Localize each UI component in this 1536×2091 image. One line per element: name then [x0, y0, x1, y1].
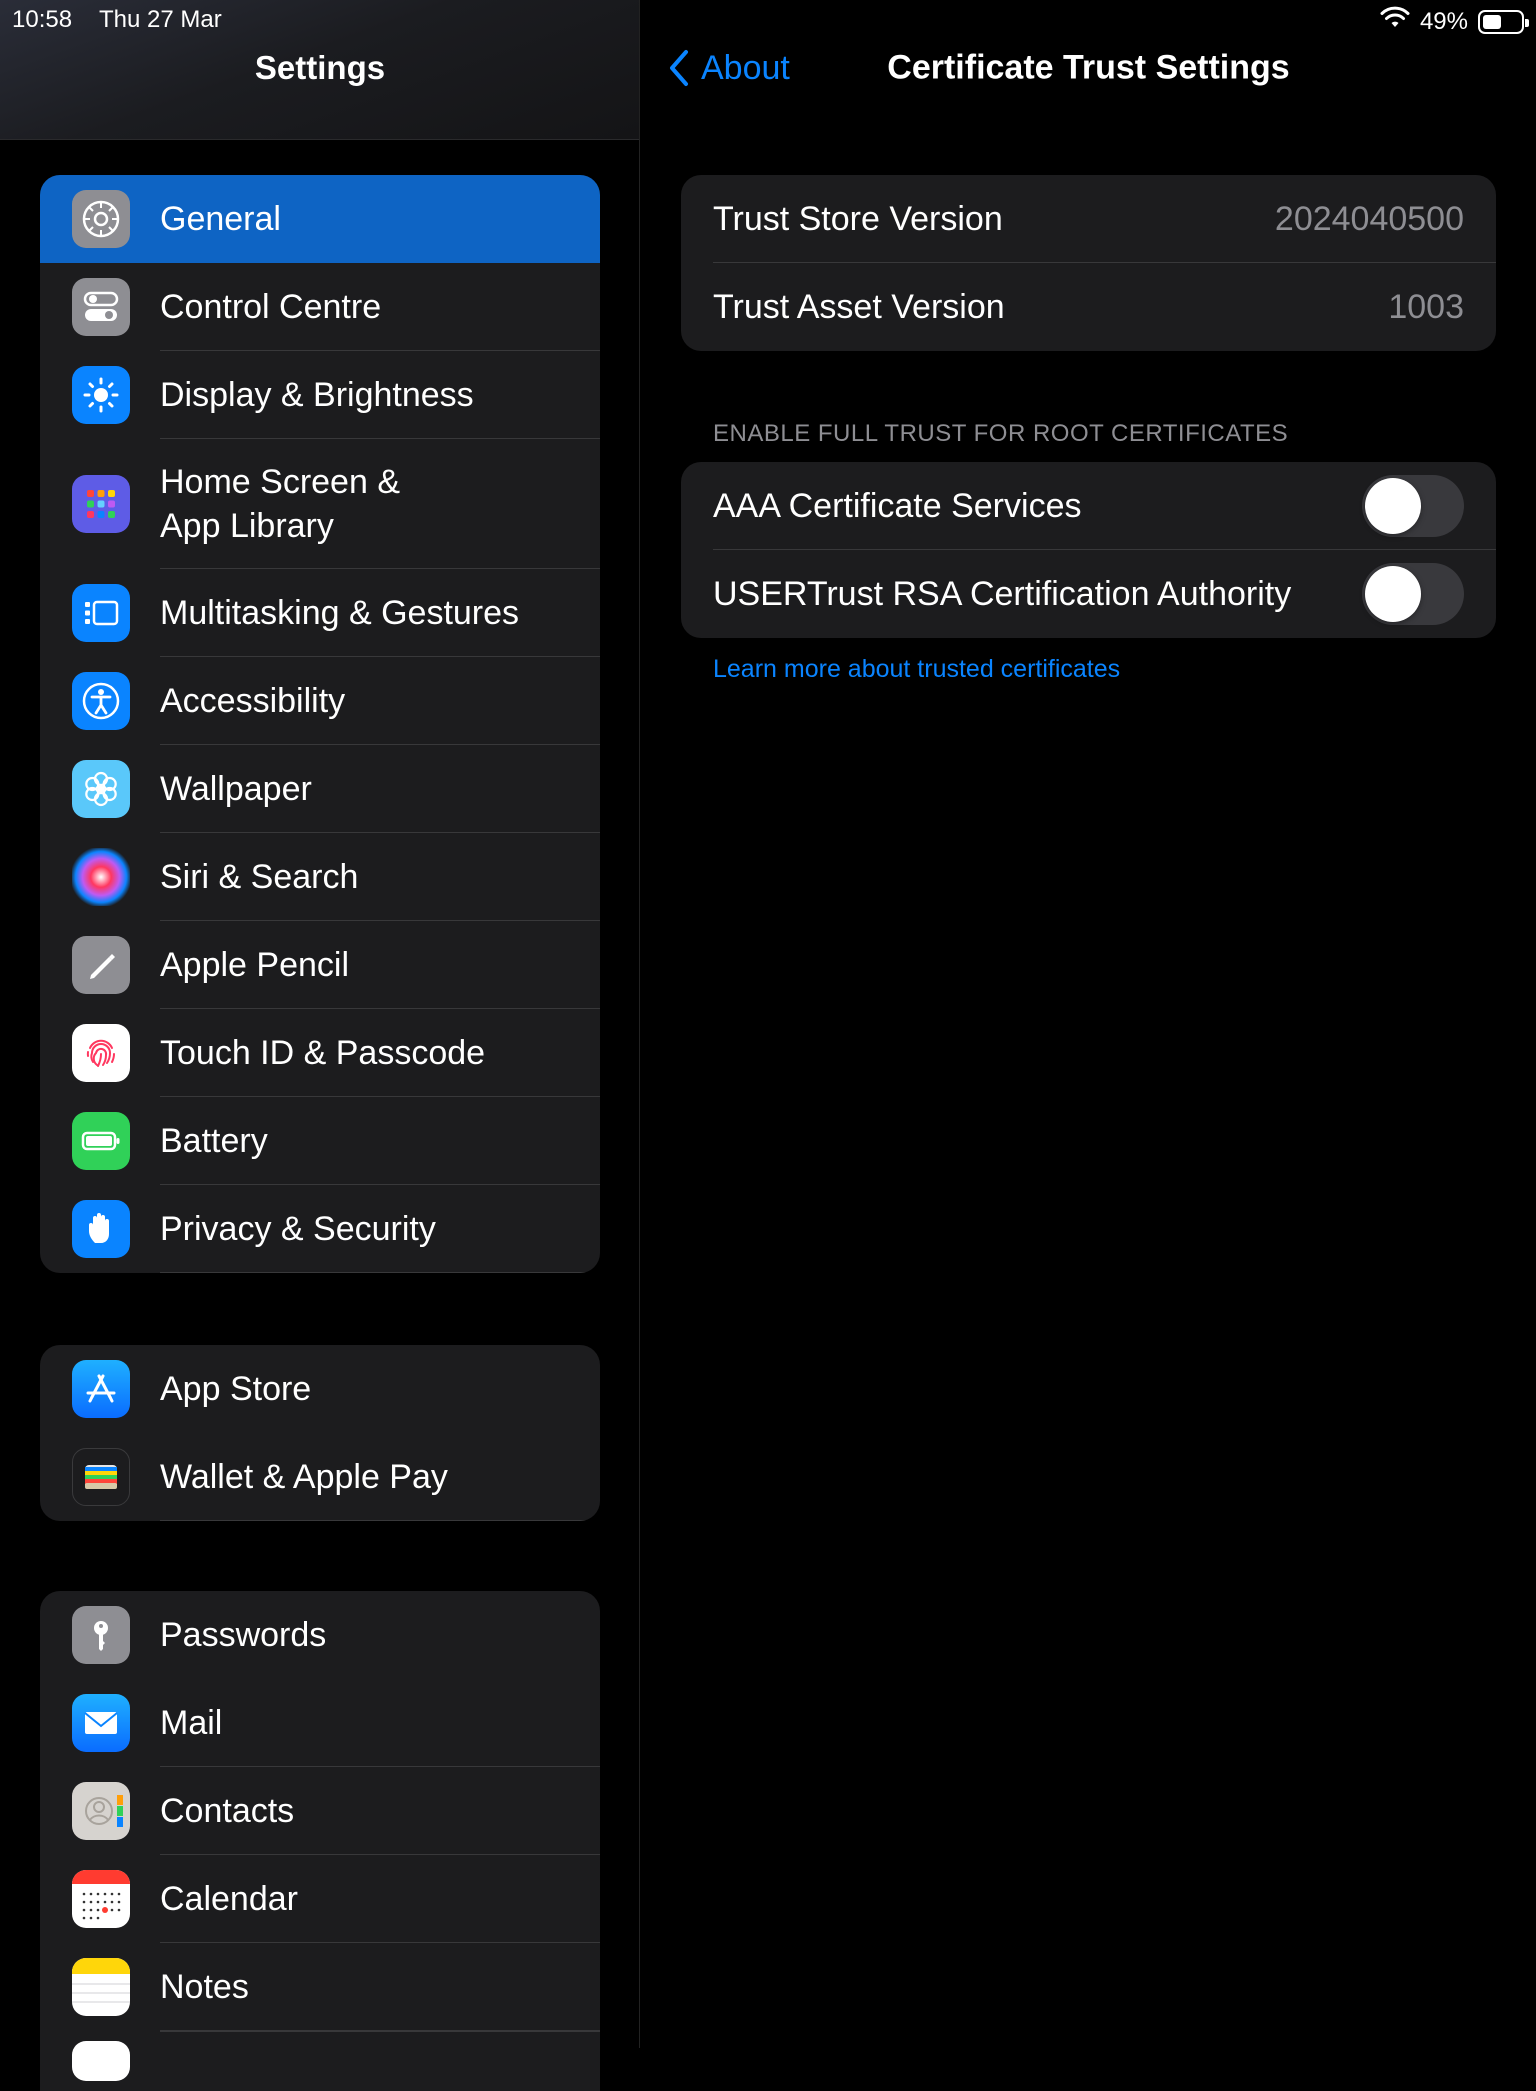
sidebar-item-battery[interactable]: Battery — [40, 1097, 600, 1185]
settings-group-3: Passwords Mail Contacts Calendar Notes — [40, 1591, 600, 2091]
sidebar-item-label: App Store — [160, 1370, 312, 1408]
sidebar-item-mail[interactable]: Mail — [40, 1679, 600, 1767]
switches-icon — [72, 278, 130, 336]
sidebar-item-label: Wallet & Apple Pay — [160, 1458, 448, 1496]
section-header: ENABLE FULL TRUST FOR ROOT CERTIFICATES — [713, 420, 1289, 447]
sidebar-item-apple-pencil[interactable]: Apple Pencil — [40, 921, 600, 1009]
certificate-label: AAA Certificate Services — [713, 486, 1082, 525]
sidebar-item-label: Contacts — [160, 1792, 295, 1830]
app-store-icon — [72, 1360, 130, 1418]
sidebar: Settings General Control Centre Display … — [0, 0, 640, 2091]
sidebar-item-control-centre[interactable]: Control Centre — [40, 263, 600, 351]
sidebar-item-label: Passwords — [160, 1616, 327, 1654]
notes-icon — [72, 1958, 130, 2016]
sidebar-item-label: Home Screen & App Library — [160, 460, 400, 548]
row-divider — [160, 1520, 600, 1521]
mail-icon — [72, 1694, 130, 1752]
sidebar-item-contacts[interactable]: Contacts — [40, 1767, 600, 1855]
sidebar-item-calendar[interactable]: Calendar — [40, 1855, 600, 1943]
status-indicators: 49% — [1380, 6, 1529, 37]
gear-icon — [72, 190, 130, 248]
battery-icon — [72, 1112, 130, 1170]
sidebar-item-multitasking[interactable]: Multitasking & Gestures — [40, 569, 600, 657]
learn-more-link[interactable]: Learn more about trusted certificates — [713, 655, 1120, 684]
fingerprint-icon — [72, 1024, 130, 1082]
row-divider — [160, 2031, 600, 2032]
siri-icon — [72, 848, 130, 906]
sidebar-item-label: Accessibility — [160, 682, 346, 720]
sidebar-item-partial[interactable] — [40, 2031, 600, 2091]
key-icon — [72, 1606, 130, 1664]
multitasking-icon — [72, 584, 130, 642]
sidebar-item-privacy-security[interactable]: Privacy & Security — [40, 1185, 600, 1273]
sidebar-item-app-store[interactable]: App Store — [40, 1345, 600, 1433]
certificate-row-usertrust: USERTrust RSA Certification Authority — [681, 550, 1496, 638]
sidebar-item-label: General — [160, 200, 281, 238]
battery-percent: 49% — [1419, 7, 1468, 35]
status-time: 10:58 — [12, 6, 73, 33]
app-grid-icon — [72, 475, 130, 533]
accessibility-icon — [72, 672, 130, 730]
sidebar-item-label: Notes — [160, 1968, 249, 2006]
sidebar-item-wallet[interactable]: Wallet & Apple Pay — [40, 1433, 600, 1521]
sidebar-item-home-screen[interactable]: Home Screen & App Library — [40, 439, 600, 569]
sidebar-item-label: Control Centre — [160, 288, 382, 326]
sun-icon — [72, 366, 130, 424]
sidebar-item-accessibility[interactable]: Accessibility — [40, 657, 600, 745]
certificate-label: USERTrust RSA Certification Authority — [713, 574, 1292, 613]
sidebar-item-label: Display & Brightness — [160, 376, 474, 414]
sidebar-item-wallpaper[interactable]: Wallpaper — [40, 745, 600, 833]
sidebar-item-label: Privacy & Security — [160, 1210, 436, 1248]
row-label: Trust Asset Version — [713, 287, 1005, 326]
battery-indicator-icon — [1478, 9, 1529, 34]
sidebar-title: Settings — [254, 49, 386, 86]
trust-asset-version-row: Trust Asset Version 1003 — [681, 263, 1496, 351]
trust-toggle-aaa[interactable] — [1362, 475, 1464, 537]
certificate-row-aaa: AAA Certificate Services — [681, 462, 1496, 550]
sidebar-item-passwords[interactable]: Passwords — [40, 1591, 600, 1679]
label-line-1: Home Screen & — [160, 463, 400, 501]
toggle-knob — [1365, 566, 1421, 622]
status-bar: 10:58 Thu 27 Mar 49% — [0, 0, 1536, 40]
sidebar-item-label: Wallpaper — [160, 770, 312, 808]
status-date: Thu 27 Mar — [99, 6, 222, 33]
toggle-knob — [1365, 478, 1421, 534]
row-divider — [160, 1272, 600, 1273]
pencil-icon — [72, 936, 130, 994]
sidebar-item-label: Calendar — [160, 1880, 298, 1918]
sidebar-item-label: Apple Pencil — [160, 946, 350, 984]
sidebar-item-touch-id[interactable]: Touch ID & Passcode — [40, 1009, 600, 1097]
trust-toggle-usertrust[interactable] — [1362, 563, 1464, 625]
row-label: Trust Store Version — [713, 199, 1003, 238]
wifi-icon — [1380, 6, 1410, 37]
sidebar-item-display-brightness[interactable]: Display & Brightness — [40, 351, 600, 439]
row-value: 1003 — [1388, 287, 1464, 326]
sidebar-item-label: Siri & Search — [160, 858, 359, 896]
trust-store-version-row: Trust Store Version 2024040500 — [681, 175, 1496, 263]
sidebar-item-label: Touch ID & Passcode — [160, 1034, 486, 1072]
sidebar-item-label: Mail — [160, 1704, 223, 1742]
versions-group: Trust Store Version 2024040500 Trust Ass… — [681, 175, 1496, 351]
contacts-icon — [72, 1782, 130, 1840]
hand-icon — [72, 1200, 130, 1258]
certificates-group: AAA Certificate Services USERTrust RSA C… — [681, 462, 1496, 638]
page-title: Certificate Trust Settings — [887, 48, 1290, 87]
detail-pane: About Certificate Trust Settings Trust S… — [641, 0, 1536, 2048]
settings-group-2: App Store Wallet & Apple Pay — [40, 1345, 600, 1521]
sidebar-item-label: Battery — [160, 1122, 268, 1160]
settings-group-1: General Control Centre Display & Brightn… — [40, 175, 600, 1273]
label-line-2: App Library — [160, 507, 334, 545]
row-value: 2024040500 — [1274, 199, 1464, 238]
partial-app-icon — [72, 2041, 130, 2081]
battery-fill — [1483, 14, 1501, 29]
flower-icon — [72, 760, 130, 818]
sidebar-item-general[interactable]: General — [40, 175, 600, 263]
sidebar-item-label: Multitasking & Gestures — [160, 594, 520, 632]
sidebar-item-notes[interactable]: Notes — [40, 1943, 600, 2031]
calendar-icon — [72, 1870, 130, 1928]
wallet-icon — [72, 1448, 130, 1506]
sidebar-item-siri-search[interactable]: Siri & Search — [40, 833, 600, 921]
